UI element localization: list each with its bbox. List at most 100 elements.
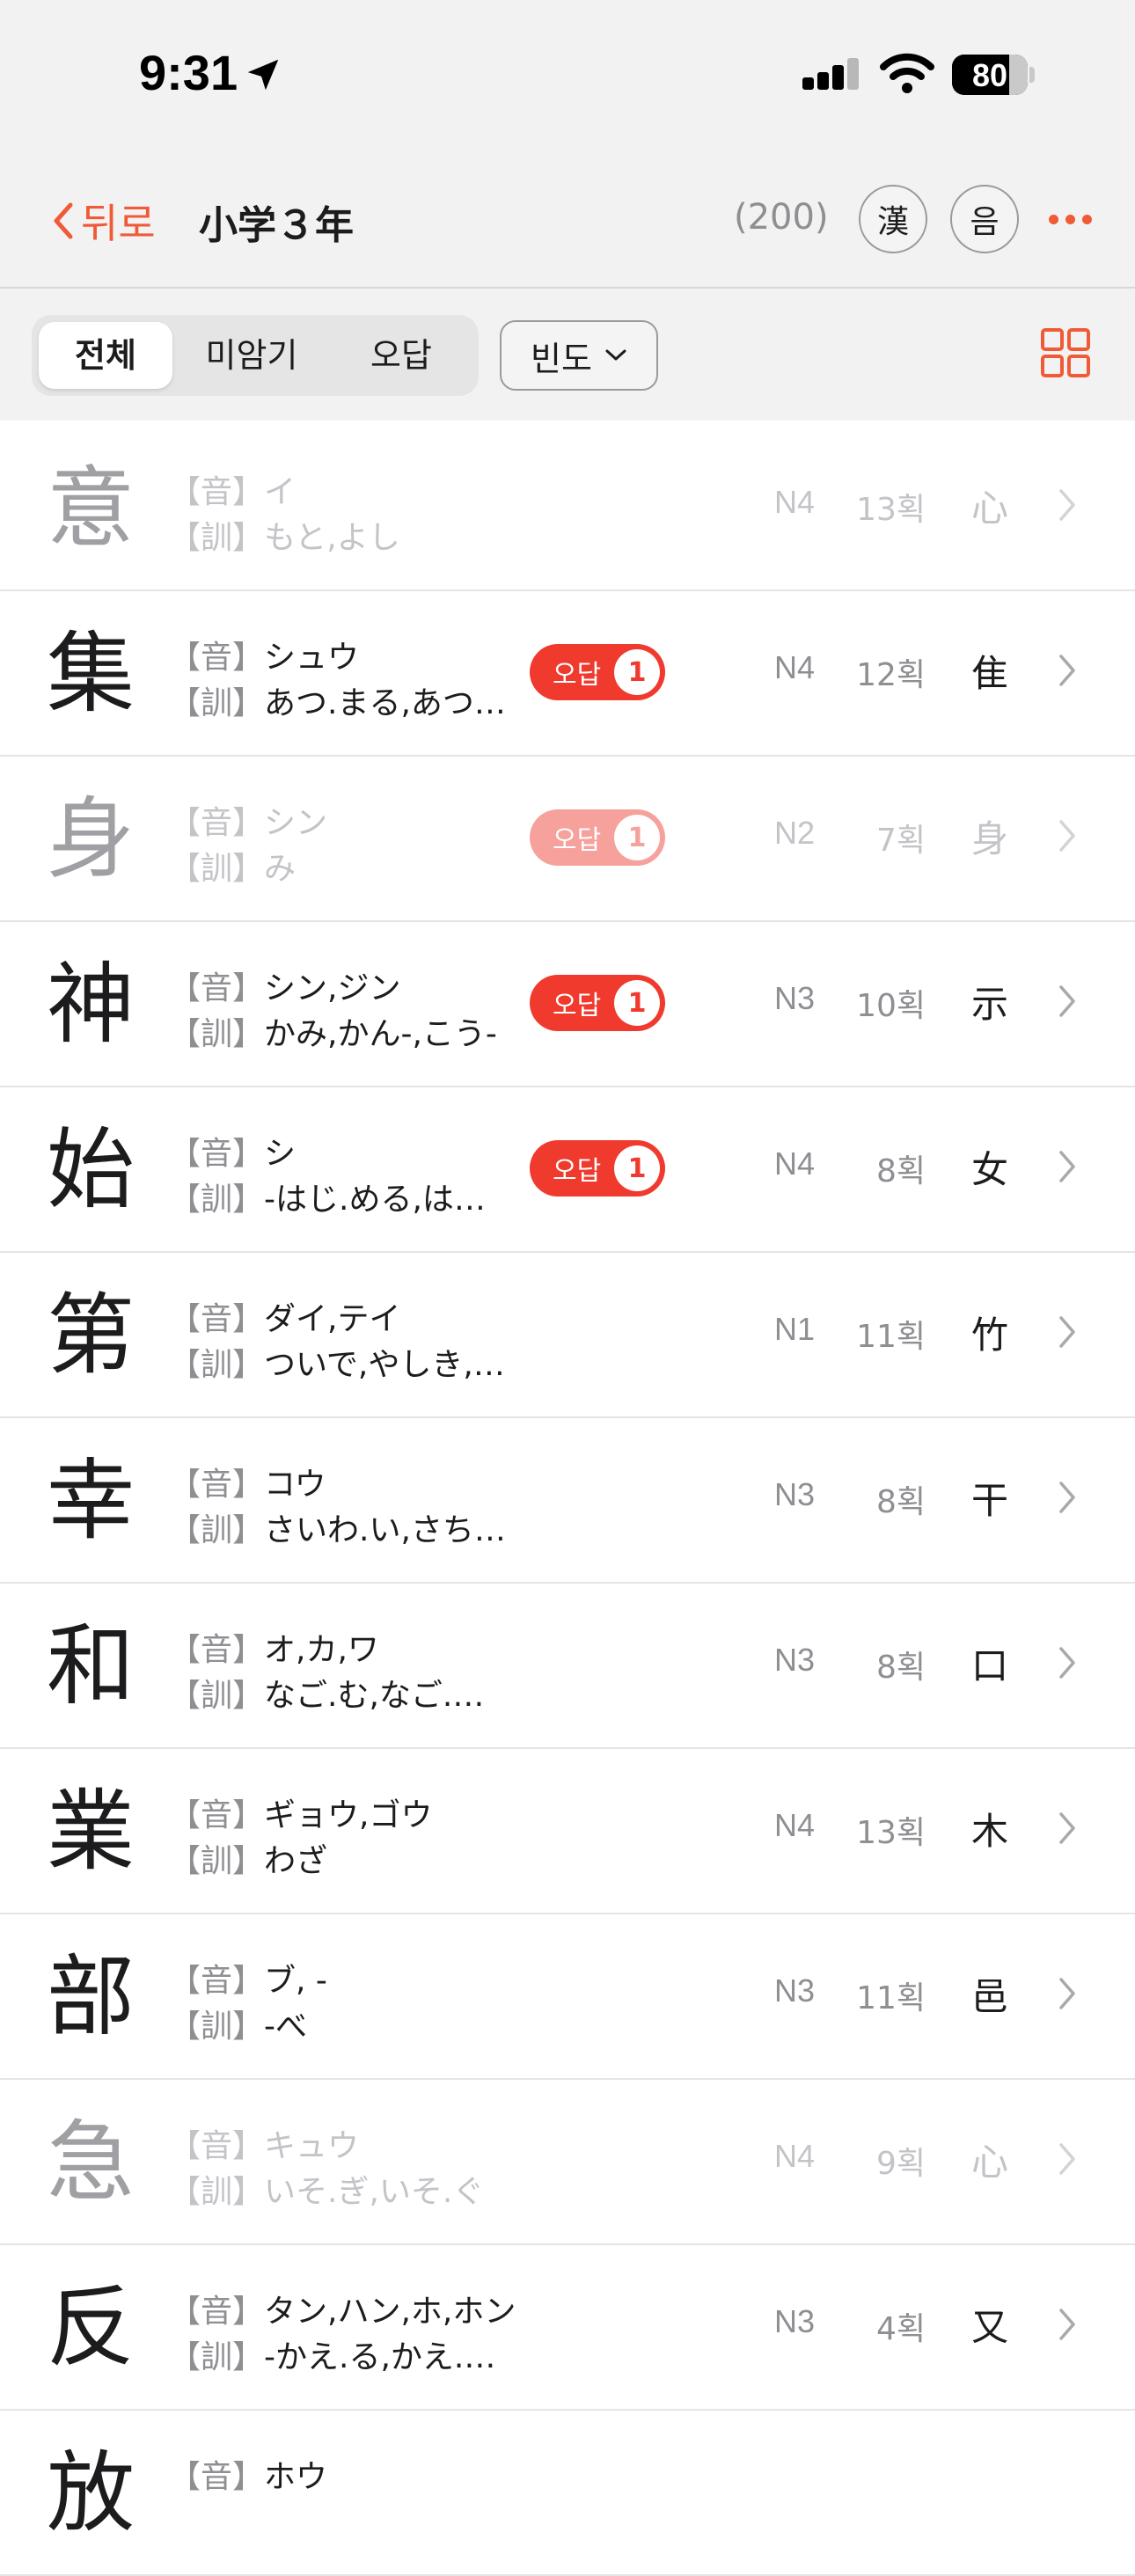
wrong-badge: 오답 1 <box>530 1140 665 1197</box>
list-item[interactable]: 身 【音】シン 【訓】み 오답 1 N2 7획 身 <box>0 757 1135 922</box>
radical: 口 <box>970 1644 1008 1687</box>
on-reading: 【音】シン <box>169 805 328 841</box>
radical: 心 <box>970 2141 1008 2184</box>
on-reading: 【音】ブ, - <box>169 1963 327 1999</box>
on-tag: 【音】 <box>169 2294 265 2330</box>
on-tag: 【音】 <box>169 474 265 510</box>
chevron-down-icon <box>605 349 626 361</box>
list-item[interactable]: 神 【音】シン,ジン 【訓】かみ,かん-,こう- 오답 1 N3 10획 示 <box>0 922 1135 1087</box>
on-reading: 【音】タン,ハン,ホ,ホン <box>169 2294 516 2330</box>
radical: 隹 <box>970 652 1008 695</box>
kun-reading: 【訓】さいわ.い,さち,しあわ.せ <box>169 1512 512 1548</box>
chevron-right-icon <box>1059 2309 1075 2340</box>
on-tag: 【音】 <box>169 1136 265 1172</box>
wrong-count: 1 <box>614 815 660 860</box>
radical: 心 <box>970 487 1008 530</box>
battery-percent: 80 <box>971 57 1008 93</box>
list-item[interactable]: 反 【音】タン,ハン,ホ,ホン 【訓】-かえ.る,かえ.す,かえ.る,… N3 … <box>0 2245 1135 2411</box>
kun-tag: 【訓】 <box>169 1843 265 1879</box>
kun-reading: 【訓】かみ,かん-,こう- <box>169 1016 497 1052</box>
list-item[interactable]: 和 【音】オ,カ,ワ 【訓】なご.む,なご.やか,やわ.ら… N3 8획 口 <box>0 1584 1135 1749</box>
list-item[interactable]: 第 【音】ダイ,テイ 【訓】ついで,やしき,ただ N1 11획 竹 <box>0 1253 1135 1418</box>
on-tag: 【音】 <box>169 640 265 676</box>
stroke-count: 13획 <box>856 1815 926 1851</box>
kun-tag: 【訓】 <box>169 851 265 887</box>
chevron-right-icon <box>1059 820 1075 852</box>
list-item[interactable]: 集 【音】シュウ 【訓】あつ.まる,あつ.… 오답 1 N4 12획 隹 <box>0 591 1135 757</box>
back-label: 뒤로 <box>81 200 156 247</box>
radical: 竹 <box>970 1314 1008 1357</box>
chevron-right-icon <box>1059 985 1075 1017</box>
tab-all[interactable]: 전체 <box>39 322 172 389</box>
status-time: 9:31 <box>139 45 238 100</box>
sort-dropdown[interactable]: 빈도 <box>500 320 658 391</box>
stroke-count: 8획 <box>875 1484 926 1520</box>
on-reading: 【音】ホウ <box>169 2459 328 2495</box>
on-tag: 【音】 <box>169 1797 265 1833</box>
status-bar: 9:31 80 <box>0 0 1135 150</box>
chevron-left-icon <box>54 202 73 239</box>
list-item[interactable]: 始 【音】シ 【訓】-はじ.める,はじ… 오답 1 N4 8획 女 <box>0 1087 1135 1253</box>
kanji-character: 急 <box>47 2111 135 2214</box>
kanji-character: 神 <box>47 953 135 1056</box>
radical: 示 <box>970 983 1008 1026</box>
kun-tag: 【訓】 <box>169 2009 265 2045</box>
sound-mode-button[interactable]: 음 <box>950 185 1019 253</box>
kun-reading: 【訓】-かえ.る,かえ.す,かえ.る,… <box>169 2339 512 2375</box>
radical: 身 <box>970 817 1008 860</box>
tab-wrong[interactable]: 오답 <box>331 322 472 389</box>
jlpt-level: N2 <box>773 815 815 851</box>
kanji-character: 身 <box>47 787 135 890</box>
back-button[interactable]: 뒤로 <box>49 192 156 250</box>
more-icon[interactable] <box>1049 215 1092 224</box>
radical: 邑 <box>970 1975 1008 2018</box>
wrong-label: 오답 <box>553 660 602 691</box>
stroke-count: 4획 <box>875 2311 926 2347</box>
jlpt-level: N3 <box>773 980 815 1016</box>
kanji-character: 第 <box>47 1284 135 1387</box>
kun-tag: 【訓】 <box>169 685 265 721</box>
stroke-count: 8획 <box>875 1153 926 1189</box>
chevron-right-icon <box>1059 1978 1075 2009</box>
battery-tip <box>1029 67 1035 83</box>
stroke-count: 13획 <box>856 492 926 528</box>
kun-tag: 【訓】 <box>169 1347 265 1383</box>
on-tag: 【音】 <box>169 1632 265 1668</box>
tab-unmemorized[interactable]: 미암기 <box>179 322 324 389</box>
wrong-badge: 오답 1 <box>530 809 665 866</box>
kanji-character: 業 <box>47 1780 135 1883</box>
kun-tag: 【訓】 <box>169 2339 265 2375</box>
radical: 又 <box>970 2306 1008 2349</box>
list-item[interactable]: 意 【音】イ 【訓】もと,よし N4 13획 心 <box>0 426 1135 591</box>
on-reading: 【音】キュウ <box>169 2128 360 2164</box>
chevron-right-icon <box>1059 1151 1075 1182</box>
wifi-icon <box>880 53 934 93</box>
jlpt-level: N3 <box>773 2303 815 2339</box>
jlpt-level: N4 <box>773 1145 815 1182</box>
on-reading: 【音】ギョウ,ゴウ <box>169 1797 433 1833</box>
sort-label: 빈도 <box>531 339 592 378</box>
grid-view-icon[interactable] <box>1040 327 1091 378</box>
jlpt-level: N3 <box>773 1476 815 1512</box>
list-item[interactable]: 業 【音】ギョウ,ゴウ 【訓】わざ N4 13획 木 <box>0 1749 1135 1914</box>
stroke-count: 9획 <box>875 2146 926 2182</box>
location-arrow-icon <box>247 59 279 91</box>
radical: 木 <box>970 1810 1008 1853</box>
kun-reading: 【訓】-べ <box>169 2009 308 2045</box>
jlpt-level: N1 <box>773 1311 815 1347</box>
list-item[interactable]: 幸 【音】コウ 【訓】さいわ.い,さち,しあわ.せ N3 8획 干 <box>0 1418 1135 1584</box>
list-item[interactable]: 急 【音】キュウ 【訓】いそ.ぎ,いそ.ぐ N4 9획 心 <box>0 2080 1135 2245</box>
jlpt-level: N3 <box>773 1642 815 1678</box>
chevron-right-icon <box>1059 489 1075 521</box>
kanji-mode-button[interactable]: 漢 <box>859 185 927 253</box>
wrong-badge: 오답 1 <box>530 975 665 1031</box>
list-item[interactable]: 放 【音】ホウ <box>0 2411 1135 2576</box>
chevron-right-icon <box>1059 1647 1075 1679</box>
kun-reading: 【訓】わざ <box>169 1843 328 1879</box>
on-tag: 【音】 <box>169 805 265 841</box>
jlpt-level: N4 <box>773 649 815 685</box>
kanji-character: 始 <box>47 1118 135 1221</box>
list-item[interactable]: 部 【音】ブ, - 【訓】-べ N3 11획 邑 <box>0 1914 1135 2080</box>
stroke-count: 7획 <box>875 823 926 859</box>
jlpt-level: N4 <box>773 1807 815 1843</box>
